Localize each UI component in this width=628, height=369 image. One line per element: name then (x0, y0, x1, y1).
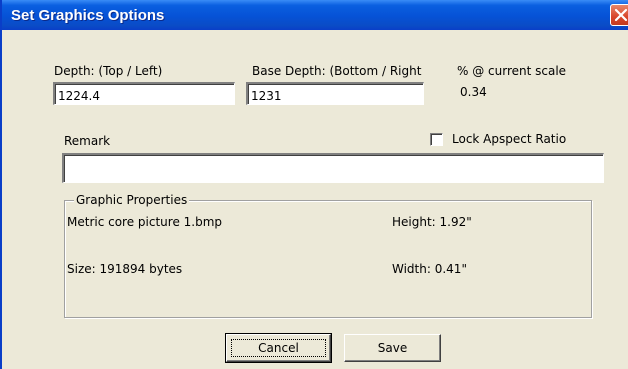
base-depth-label: Base Depth: (Bottom / Right (252, 64, 422, 78)
close-x-icon (614, 8, 628, 22)
width-text: Width: 0.41" (392, 262, 467, 276)
save-button[interactable]: Save (344, 334, 441, 362)
focus-rect (231, 339, 326, 357)
remark-input[interactable] (62, 153, 604, 183)
height-text: Height: 1.92" (392, 215, 472, 229)
window-title: Set Graphics Options (11, 7, 165, 24)
lock-aspect-ratio-checkbox[interactable] (430, 133, 443, 146)
graphic-properties-legend: Graphic Properties (74, 193, 190, 207)
scale-value: 0.34 (460, 85, 487, 99)
save-button-label: Save (377, 341, 408, 355)
cancel-button[interactable]: Cancel (225, 333, 332, 363)
remark-label: Remark (64, 134, 111, 148)
close-button[interactable] (610, 4, 628, 26)
base-depth-input[interactable] (246, 82, 424, 105)
scale-label: % @ current scale (457, 64, 567, 78)
set-graphics-options-dialog: Set Graphics Options Depth: (Top / Left)… (0, 0, 628, 369)
file-name-text: Metric core picture 1.bmp (67, 215, 223, 229)
lock-aspect-ratio-label: Lock Apspect Ratio (452, 132, 567, 146)
depth-input[interactable] (53, 82, 235, 105)
depth-label: Depth: (Top / Left) (54, 64, 163, 78)
title-bar[interactable]: Set Graphics Options (2, 0, 628, 30)
file-size-text: Size: 191894 bytes (67, 262, 183, 276)
